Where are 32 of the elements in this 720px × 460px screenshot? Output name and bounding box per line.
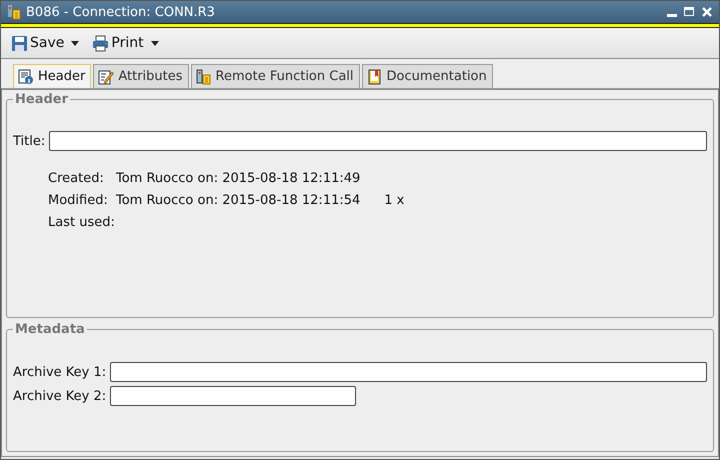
modification-count: 1 x <box>384 193 404 208</box>
group-title: Metadata <box>14 322 86 337</box>
window-title: B086 - Connection: CONN.R3 <box>26 4 215 20</box>
tab[interactable]: Remote Function Call <box>190 64 360 88</box>
info-value: Tom Ruocco on: 2015-08-18 12:11:49 <box>116 171 360 186</box>
minimize-icon <box>667 14 677 16</box>
archive-key-field[interactable] <box>110 386 356 406</box>
field-label: Title: <box>13 134 46 148</box>
info-document-icon <box>18 68 34 84</box>
book-icon <box>366 68 383 84</box>
info-label: Last used: <box>48 215 116 230</box>
close-icon <box>701 6 713 18</box>
info-label: Modified: <box>48 193 109 208</box>
toolbar-button[interactable]: Print <box>90 34 146 52</box>
maximize-icon <box>683 6 695 18</box>
printer-icon <box>92 34 110 52</box>
buildings-icon <box>196 68 212 84</box>
tab[interactable]: Header <box>13 64 92 88</box>
archive-key-field[interactable] <box>110 362 707 382</box>
toolbar-button[interactable]: Save <box>9 34 66 52</box>
field-label: Archive Key 2: <box>13 388 106 404</box>
info-label: Created: <box>48 171 105 186</box>
group-title: Header <box>14 92 70 107</box>
tab[interactable]: Documentation <box>362 64 493 88</box>
field-label: Archive Key 1: <box>13 364 106 380</box>
document-icon <box>7 4 21 20</box>
tab[interactable]: Attributes <box>93 64 189 88</box>
dropdown-caret-icon <box>71 40 80 46</box>
dropdown-caret-icon <box>150 40 159 46</box>
title-field[interactable] <box>49 131 707 151</box>
pencil-document-icon <box>98 68 114 84</box>
info-value: Tom Ruocco on: 2015-08-18 12:11:54 <box>116 193 360 208</box>
